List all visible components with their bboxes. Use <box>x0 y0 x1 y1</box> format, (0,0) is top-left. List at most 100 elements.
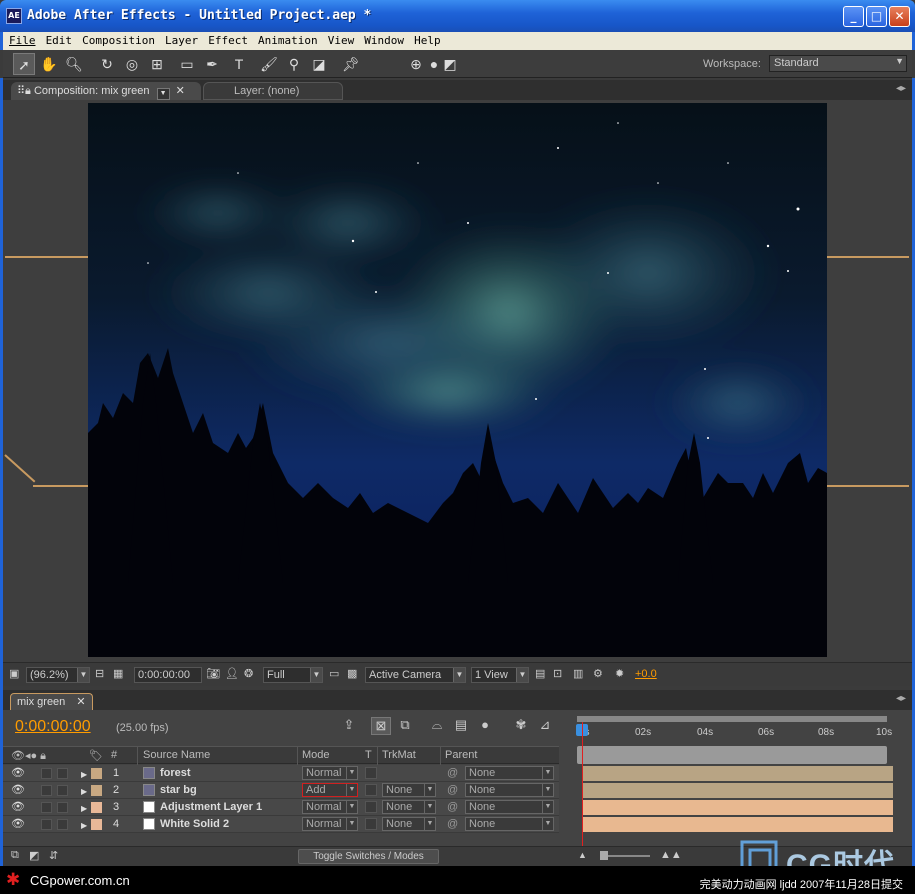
menu-view[interactable]: View <box>328 32 355 47</box>
selection-tool-icon[interactable]: ➚ <box>13 53 35 75</box>
zoom-in-icon[interactable]: ▲▲ <box>660 849 682 861</box>
clone-stamp-tool-icon[interactable]: ⚲ <box>283 53 305 75</box>
column-source-name[interactable]: Source Name <box>143 749 210 761</box>
pick-whip-icon[interactable]: @ <box>447 766 458 781</box>
close-icon[interactable]: ✕ <box>76 696 85 708</box>
layer-duration-bar[interactable] <box>583 766 893 781</box>
chevron-down-icon[interactable]: ▼ <box>156 88 170 100</box>
zoom-tool-icon[interactable]: 🔍︎ <box>63 53 85 75</box>
track-matte-select[interactable]: None ▼ <box>382 800 436 814</box>
time-navigator-bar[interactable] <box>577 716 887 722</box>
expand-arrow-icon[interactable]: ▶ <box>81 784 87 799</box>
parent-select[interactable]: None ▼ <box>465 766 554 780</box>
composition-viewer[interactable] <box>88 103 827 657</box>
tab-layer[interactable]: Layer: (none) <box>203 82 343 100</box>
layer-duration-bar[interactable] <box>583 817 893 832</box>
parent-select[interactable]: None ▼ <box>465 783 554 797</box>
rectangle-mask-tool-icon[interactable]: ▭ <box>176 53 198 75</box>
solo-toggle[interactable] <box>57 819 68 830</box>
solo-toggle[interactable] <box>57 802 68 813</box>
track-matte-select[interactable]: None ▼ <box>382 817 436 831</box>
hand-tool-icon[interactable]: ✋ <box>38 53 60 75</box>
menu-edit[interactable]: Edit <box>46 32 73 47</box>
label-color-swatch[interactable] <box>91 819 102 830</box>
text-tool-icon[interactable]: T <box>228 53 250 75</box>
solo-toggle[interactable] <box>57 785 68 796</box>
camera-view-select[interactable]: Active Camera ▼ <box>365 667 466 683</box>
orbit-camera-tool-icon[interactable]: ◎ <box>121 53 143 75</box>
eraser-tool-icon[interactable]: ◪ <box>308 53 330 75</box>
layer-name[interactable]: star bg <box>160 783 197 798</box>
zoom-out-icon[interactable]: ▲ <box>578 850 587 860</box>
layer-name[interactable]: forest <box>160 766 191 781</box>
visibility-eye-icon[interactable]: 👁︎ <box>11 800 25 815</box>
live-update-icon[interactable]: ⊠ <box>371 717 391 735</box>
preserve-transparency-toggle[interactable] <box>365 818 377 830</box>
comp-mini-flowchart-icon[interactable]: ⇪ <box>339 717 359 735</box>
menu-layer[interactable]: Layer <box>165 32 198 47</box>
draft-3d-icon[interactable]: ⧉ <box>395 717 415 735</box>
pan-behind-tool-icon[interactable]: ⊞ <box>146 53 168 75</box>
motion-blur-icon[interactable]: ● <box>475 717 495 735</box>
maximize-button[interactable]: □ <box>866 6 887 27</box>
menu-animation[interactable]: Animation <box>258 32 318 47</box>
blend-mode-select[interactable]: Add ▼ <box>302 783 358 797</box>
menu-file[interactable]: File <box>9 32 36 47</box>
fast-previews-icon[interactable]: ⊡ <box>553 667 562 683</box>
visibility-eye-icon[interactable]: 👁︎ <box>11 817 25 832</box>
layer-name[interactable]: White Solid 2 <box>160 817 229 832</box>
parent-select[interactable]: None ▼ <box>465 817 554 831</box>
close-button[interactable]: ✕ <box>889 6 910 27</box>
preserve-transparency-toggle[interactable] <box>365 784 377 796</box>
tab-timeline-mix-green[interactable]: mix green ✕ <box>10 693 93 710</box>
transparency-grid-icon[interactable]: ▩ <box>347 667 357 683</box>
layer-duration-bar[interactable] <box>583 800 893 815</box>
view-layout-select[interactable]: 1 View ▼ <box>471 667 529 683</box>
blend-mode-select[interactable]: Normal ▼ <box>302 817 358 831</box>
expand-arrow-icon[interactable]: ▶ <box>81 801 87 816</box>
expand-switches-icon[interactable]: ⧉ <box>11 849 19 862</box>
timeline-current-time[interactable]: 0:00:00:00 <box>15 718 91 736</box>
menu-composition[interactable]: Composition <box>82 32 155 47</box>
label-color-swatch[interactable] <box>91 768 102 779</box>
time-ruler[interactable]: 0s 02s 04s 06s 08s 10s <box>573 712 893 764</box>
expand-modes-icon[interactable]: ◩ <box>29 849 39 862</box>
expand-arrow-icon[interactable]: ▶ <box>81 767 87 782</box>
label-color-swatch[interactable] <box>91 802 102 813</box>
current-time-field[interactable]: 0:00:00:00 <box>134 667 202 683</box>
frame-blending-icon[interactable]: ▤ <box>451 717 471 735</box>
parent-select[interactable]: None ▼ <box>465 800 554 814</box>
blend-mode-select[interactable]: Normal ▼ <box>302 800 358 814</box>
pick-whip-icon[interactable]: @ <box>447 817 458 832</box>
hide-shy-layers-icon[interactable]: ⌓ <box>427 717 447 735</box>
audio-toggle[interactable] <box>41 768 52 779</box>
current-time-indicator[interactable] <box>582 722 583 848</box>
zoom-select[interactable]: (96.2%) ▼ <box>26 667 90 683</box>
pick-whip-icon[interactable]: @ <box>447 800 458 815</box>
visibility-eye-icon[interactable]: 👁︎ <box>11 783 25 798</box>
audio-toggle[interactable] <box>41 802 52 813</box>
tab-composition[interactable]: ⠿🔒︎ Composition: mix green ▼ ✕ <box>11 82 201 100</box>
layer-row[interactable]: 👁︎ ▶ 2 star bg Add ▼ None ▼ @ None ▼ <box>3 782 559 799</box>
audio-toggle[interactable] <box>41 785 52 796</box>
layer-name[interactable]: Adjustment Layer 1 <box>160 800 262 815</box>
brainstorm-icon[interactable]: ✾ <box>511 717 531 735</box>
zoom-slider-handle[interactable] <box>600 851 608 860</box>
expand-arrow-icon[interactable]: ▶ <box>81 818 87 833</box>
layer-row[interactable]: 👁︎ ▶ 3 Adjustment Layer 1 Normal ▼ None ▼ @ None ▼ <box>3 799 559 816</box>
panel-menu-icon[interactable]: ◂▸ <box>896 83 906 94</box>
layer-row[interactable]: 👁︎ ▶ 1 forest Normal ▼ @ None ▼ <box>3 765 559 782</box>
solo-toggle[interactable] <box>57 768 68 779</box>
expand-in-out-icon[interactable]: ⇵ <box>49 849 58 862</box>
panel-menu-icon[interactable]: ◂▸ <box>896 693 906 704</box>
menu-effect[interactable]: Effect <box>208 32 248 47</box>
flowchart-icon[interactable]: ⚙ <box>593 667 603 683</box>
menu-help[interactable]: Help <box>414 32 441 47</box>
minimize-button[interactable]: _ <box>843 6 864 27</box>
resolution-select[interactable]: Full ▼ <box>263 667 323 683</box>
preserve-transparency-toggle[interactable] <box>365 801 377 813</box>
av-features-icon[interactable]: 👁︎◂● 🔒︎ <box>11 749 46 763</box>
pick-whip-icon[interactable]: @ <box>447 783 458 798</box>
graph-editor-icon[interactable]: ⊿ <box>535 717 555 735</box>
toggle-pixel-aspect-icon[interactable]: ▤ <box>535 667 545 683</box>
